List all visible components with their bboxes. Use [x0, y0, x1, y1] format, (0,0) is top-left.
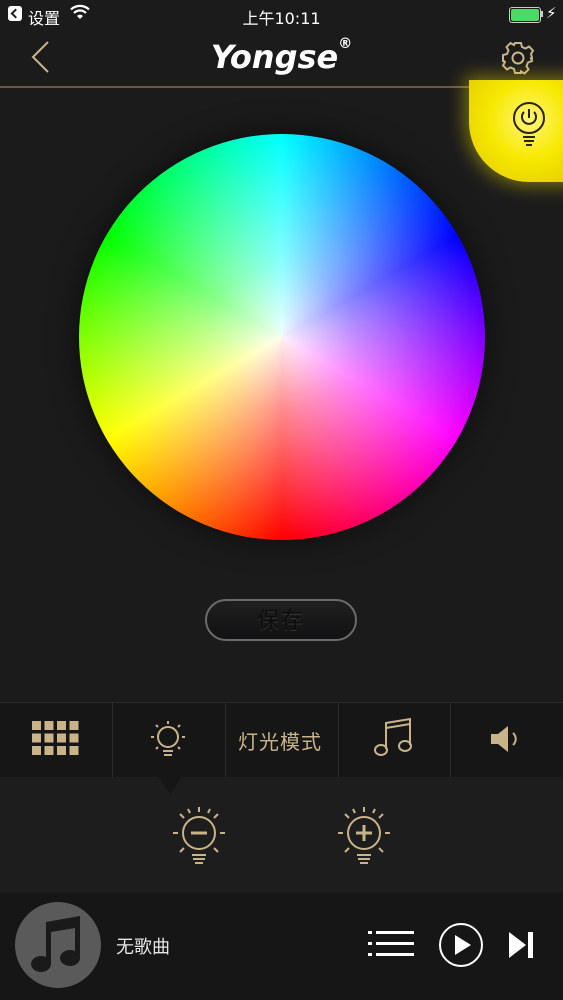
color-wheel[interactable] [79, 134, 485, 540]
tab-light-mode-label: 灯光模式 [238, 730, 322, 754]
play-icon[interactable] [438, 922, 484, 968]
speaker-icon [491, 726, 517, 752]
status-bar: 设置 上午10:11 ⚡ [0, 0, 563, 30]
brightness-panel [0, 777, 563, 892]
power-bulb-icon[interactable] [508, 101, 550, 147]
status-time: 上午10:11 [242, 9, 321, 28]
bulb-plus-icon[interactable] [331, 803, 397, 869]
song-title: 无歌曲 [116, 937, 170, 958]
grid-icon [32, 721, 79, 755]
battery-tip [541, 11, 543, 17]
tab-pointer [158, 776, 182, 794]
bulb-minus-icon[interactable] [166, 803, 232, 869]
music-note-icon [31, 916, 80, 972]
battery-icon [509, 7, 541, 23]
app-logo: Yongse® [210, 36, 353, 76]
list-icon[interactable] [368, 929, 414, 959]
light-bulb-icon [151, 721, 185, 756]
music-note-icon [374, 717, 412, 756]
skip-next-icon[interactable] [508, 931, 534, 959]
gear-icon[interactable] [500, 40, 536, 76]
lightning-icon: ⚡ [546, 4, 557, 22]
save-button[interactable]: 保存 [205, 599, 357, 641]
